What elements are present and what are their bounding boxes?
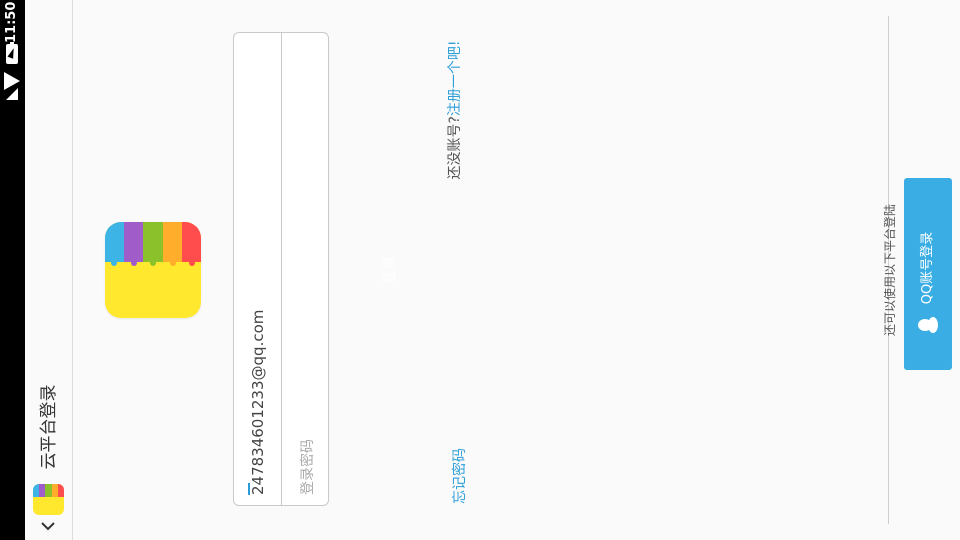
qq-login-label: QQ账号登录	[920, 231, 935, 305]
action-bar: 云平台登录	[25, 0, 73, 540]
third-party-hint: 还可以使用以下平台登陆	[883, 204, 897, 337]
signal-icon	[6, 88, 18, 100]
field-divider	[281, 33, 282, 505]
register-prompt: 还没账号?注册一个吧!	[445, 19, 465, 201]
login-button[interactable]: 登录	[370, 240, 410, 300]
email-field[interactable]: 247834601233@qq.com	[246, 295, 270, 495]
status-bar: 11:50	[0, 0, 25, 540]
qq-penguin-icon	[918, 317, 938, 333]
qq-login-button[interactable]: QQ账号登录	[904, 178, 952, 370]
password-field[interactable]: 登录密码	[296, 295, 320, 495]
page-title: 云平台登录	[39, 384, 59, 470]
login-button-label: 登录	[382, 256, 398, 284]
forgot-password-link[interactable]: 忘记密码	[450, 421, 470, 531]
register-link[interactable]: 注册一个吧!	[447, 40, 463, 116]
chevron-down-icon[interactable]	[39, 517, 57, 535]
app-logo-icon	[33, 484, 64, 515]
text-cursor	[248, 483, 250, 495]
status-time: 11:50	[4, 1, 19, 43]
register-question: 还没账号?	[447, 116, 463, 180]
app-logo	[105, 222, 201, 318]
